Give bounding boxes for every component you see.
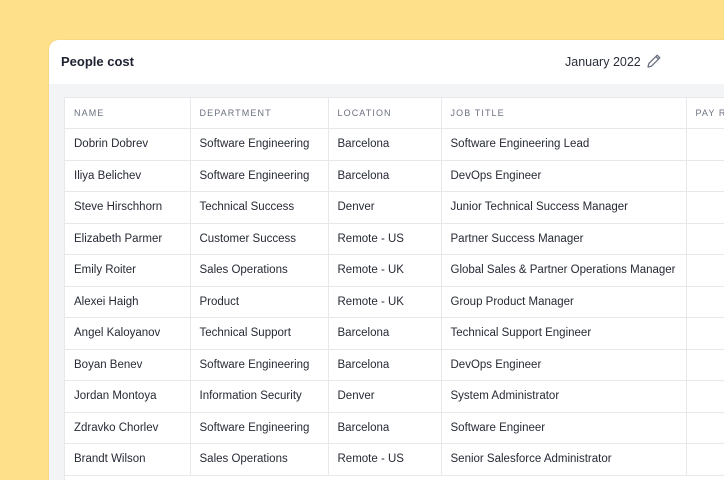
pencil-icon[interactable]	[645, 52, 663, 70]
cell-name: Steve Hirschhorn	[65, 191, 191, 224]
cell-department: Software Engineering	[190, 160, 329, 192]
cell-name: Elizabeth Parmer	[65, 223, 191, 255]
cell-job-title: Group Product Manager	[441, 286, 687, 318]
cell-name: Jordan Montoya	[65, 380, 191, 413]
table-row[interactable]: Boyan Benev Software Engineering Barcelona…	[65, 349, 724, 381]
table-row[interactable]: Iliya Belichev Software Engineering Barcel…	[65, 160, 724, 192]
cell-job-title: Partner Success Manager	[441, 223, 687, 255]
table-row[interactable]: Alexei Haigh Product Remote - UK Group Prod…	[65, 286, 724, 318]
cell-location: Denver	[328, 380, 442, 413]
cell-location: Remote - US	[328, 443, 442, 476]
cell-department: Customer Success	[190, 223, 329, 255]
cell-name: Dobrin Dobrev	[65, 128, 191, 161]
cell-pay-rate: $ 13	[686, 443, 724, 476]
cell-pay-rate: £ 13	[686, 286, 724, 318]
cell-location: Barcelona	[328, 128, 442, 161]
column-header-name[interactable]: NAME	[65, 98, 191, 129]
cell-name: Boyan Benev	[65, 349, 191, 381]
people-cost-card: People cost January 2022 NAME DEPARTMENT L…	[49, 40, 724, 480]
cell-department: Sales Operations	[190, 443, 329, 476]
cell-pay-rate: £ 9	[686, 254, 724, 287]
cell-pay-rate: $ 9	[686, 223, 724, 255]
column-header-pay-rate[interactable]: PAY R	[686, 98, 724, 129]
cell-pay-rate: €	[686, 317, 724, 350]
page-title: People cost	[61, 54, 134, 69]
cell-name: Iliya Belichev	[65, 160, 191, 192]
cell-location: Remote - UK	[328, 254, 442, 287]
cell-job-title: Technical Support Engineer	[441, 317, 687, 350]
table-row[interactable]: Elizabeth Parmer Customer Success Remote -…	[65, 223, 724, 255]
cell-name: Brandt Wilson	[65, 443, 191, 476]
cell-department: Technical Success	[190, 191, 329, 224]
cell-job-title: Junior Technical Success Manager	[441, 191, 687, 224]
cell-department: Information Security	[190, 380, 329, 413]
table-row[interactable]: Dobrin Dobrev Software Engineering Barcelo…	[65, 128, 724, 161]
cell-job-title: DevOps Engineer	[441, 160, 687, 192]
column-header-department[interactable]: DEPARTMENT	[190, 98, 329, 129]
table-row[interactable]: Jordan Montoya Information Security Denver…	[65, 380, 724, 413]
column-header-job-title[interactable]: JOB TITLE	[441, 98, 687, 129]
table-row[interactable]: Zdravko Chorlev Software Engineering Barce…	[65, 412, 724, 444]
cell-job-title: DevOps Engineer	[441, 349, 687, 381]
cell-pay-rate: €	[686, 412, 724, 444]
cell-department: Software Engineering	[190, 128, 329, 161]
cell-department: Product	[190, 286, 329, 318]
cell-job-title: Software Engineering Lead	[441, 128, 687, 161]
table-area: NAME DEPARTMENT LOCATION JOB TITLE PAY R Dob…	[49, 84, 724, 480]
cell-department: Software Engineering	[190, 349, 329, 381]
table-row[interactable]: Brandt Wilson Sales Operations Remote - US…	[65, 443, 724, 476]
cell-pay-rate: $ 5	[686, 380, 724, 413]
cell-pay-rate: €	[686, 349, 724, 381]
table-row[interactable]: Steve Hirschhorn Technical Success Denver J…	[65, 191, 724, 224]
cell-location: Barcelona	[328, 349, 442, 381]
cell-job-title: Software Engineer	[441, 412, 687, 444]
cell-department: Software Engineering	[190, 412, 329, 444]
cell-location: Barcelona	[328, 160, 442, 192]
cell-job-title: System Administrator	[441, 380, 687, 413]
cell-name: Emily Roiter	[65, 254, 191, 287]
cell-pay-rate: $ 7	[686, 191, 724, 224]
cell-job-title: Senior Salesforce Administrator	[441, 443, 687, 476]
cell-name: Angel Kaloyanov	[65, 317, 191, 350]
cell-name: Zdravko Chorlev	[65, 412, 191, 444]
cell-pay-rate: €	[686, 160, 724, 192]
period-label: January 2022	[565, 55, 641, 69]
table-row[interactable]: Emily Roiter Sales Operations Remote - UK G…	[65, 254, 724, 287]
cell-department: Technical Support	[190, 317, 329, 350]
table-header-row: NAME DEPARTMENT LOCATION JOB TITLE PAY R	[65, 98, 724, 129]
cell-location: Remote - UK	[328, 286, 442, 318]
cell-location: Barcelona	[328, 412, 442, 444]
cell-location: Remote - US	[328, 223, 442, 255]
cell-location: Denver	[328, 191, 442, 224]
cell-name: Alexei Haigh	[65, 286, 191, 318]
cell-department: Sales Operations	[190, 254, 329, 287]
column-header-location[interactable]: LOCATION	[328, 98, 442, 129]
cell-job-title: Global Sales & Partner Operations Manage…	[441, 254, 687, 287]
card-header: People cost January 2022	[49, 40, 724, 84]
cell-pay-rate: € 1	[686, 128, 724, 161]
cell-location: Barcelona	[328, 317, 442, 350]
table-row[interactable]: Angel Kaloyanov Technical Support Barcelon…	[65, 317, 724, 350]
people-table: NAME DEPARTMENT LOCATION JOB TITLE PAY R Dob…	[64, 97, 724, 480]
